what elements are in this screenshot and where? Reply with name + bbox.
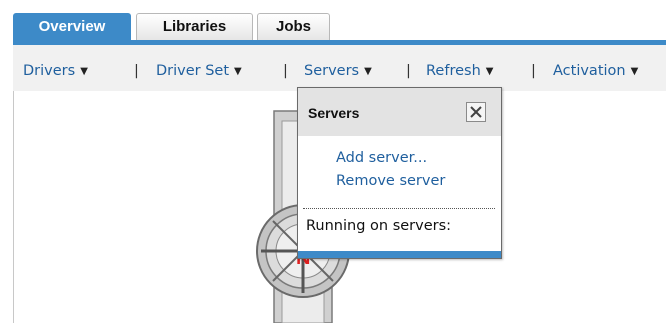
close-icon [470,106,482,118]
servers-menu-label: Servers [304,63,360,79]
tab-bar: Overview Libraries Jobs [0,0,666,40]
caret-down-icon: ▼ [234,66,242,77]
servers-popup: Servers Add server... Remove server Runn… [297,87,502,259]
driver-set-menu[interactable]: Driver Set ▼ [156,62,242,80]
close-button[interactable] [466,102,486,122]
running-on-servers-label: Running on servers: [306,218,452,234]
divider [303,208,495,209]
menu-separator: | [406,63,411,79]
tab-jobs[interactable]: Jobs [257,13,330,40]
popup-footer-bar [298,251,501,258]
tab-overview[interactable]: Overview [13,13,131,40]
menu-separator: | [283,63,288,79]
servers-menu[interactable]: Servers ▼ [304,62,372,80]
driver-set-menu-label: Driver Set [156,63,230,79]
activation-menu[interactable]: Activation ▼ [553,62,638,80]
popup-header: Servers [298,88,501,136]
add-server-link[interactable]: Add server... [336,150,427,166]
caret-down-icon: ▼ [364,66,372,77]
popup-title: Servers [308,105,360,121]
caret-down-icon: ▼ [80,66,88,77]
caret-down-icon: ▼ [485,66,494,77]
remove-server-link[interactable]: Remove server [336,173,445,189]
activation-menu-label: Activation [553,63,626,79]
menu-bar: Drivers ▼ | Driver Set ▼ | Servers ▼ | Refr… [13,45,666,91]
menu-separator: | [531,63,536,79]
refresh-menu[interactable]: Refresh ▼ [426,62,493,80]
drivers-menu-label: Drivers [23,63,76,79]
caret-down-icon: ▼ [630,66,639,77]
tab-libraries[interactable]: Libraries [136,13,253,40]
menu-separator: | [134,63,139,79]
refresh-menu-label: Refresh [426,63,481,79]
drivers-menu[interactable]: Drivers ▼ [23,62,88,80]
